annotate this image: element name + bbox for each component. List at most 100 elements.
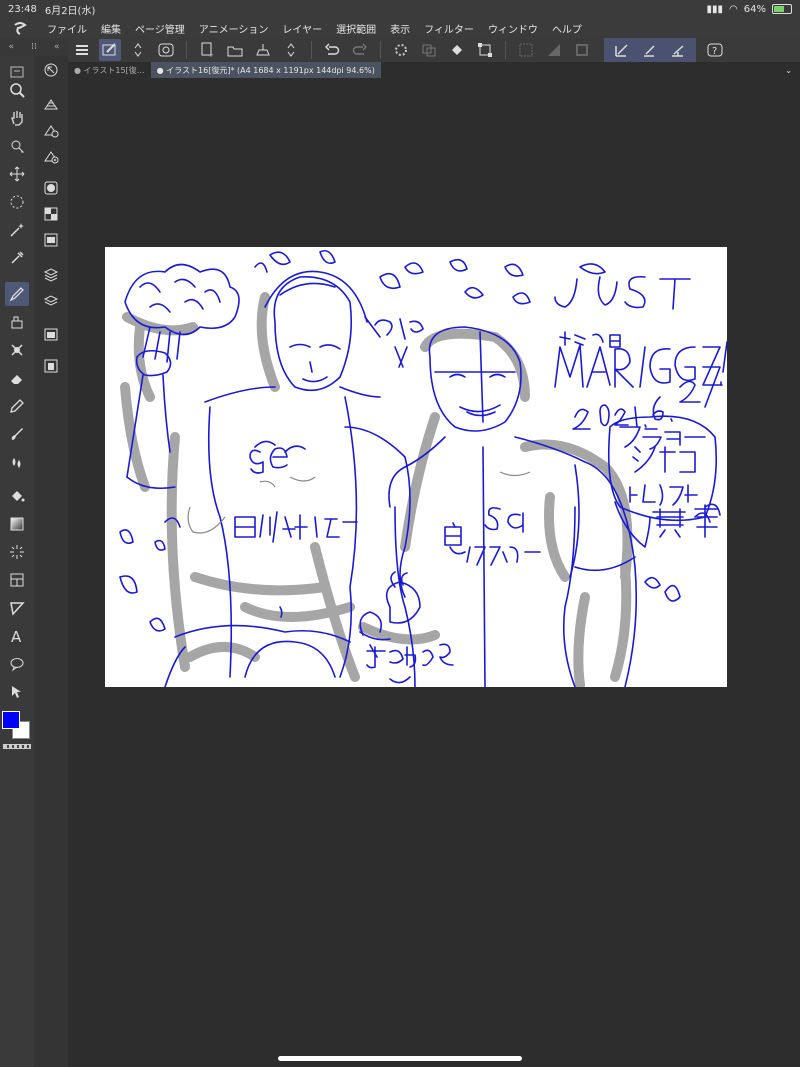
tab-illust16[interactable]: ● イラスト16[復元]* (A4 1684 x 1191px 144dpi 9… bbox=[150, 62, 381, 78]
balloon-icon[interactable] bbox=[5, 652, 29, 676]
menu-bar: ファイル 編集 ページ管理 アニメーション レイヤー 選択範囲 表示 フィルター… bbox=[0, 18, 800, 38]
subtool-palette bbox=[34, 56, 68, 1067]
blend-icon[interactable] bbox=[5, 338, 29, 362]
snap-ruler-icon[interactable] bbox=[611, 39, 633, 61]
menu-selection[interactable]: 選択範囲 bbox=[329, 21, 383, 36]
chevron-down-icon[interactable]: ⌄ bbox=[785, 66, 792, 75]
updown-arrows-icon[interactable] bbox=[127, 39, 149, 61]
new-file-icon[interactable]: + bbox=[196, 39, 218, 61]
command-bar: + ? bbox=[68, 38, 800, 62]
collapse-right-icon[interactable]: « bbox=[54, 42, 60, 52]
hamburger-menu-icon[interactable] bbox=[71, 39, 93, 61]
status-date: 6月2日(水) bbox=[44, 5, 96, 17]
eraser-pattern-icon[interactable] bbox=[5, 310, 29, 334]
lasso-select-icon[interactable] bbox=[5, 190, 29, 214]
open-folder-icon[interactable] bbox=[224, 39, 246, 61]
menu-layer[interactable]: レイヤー bbox=[275, 21, 329, 36]
drawing-canvas[interactable] bbox=[105, 247, 727, 687]
layer-stack-icon[interactable] bbox=[39, 262, 63, 286]
palette-header: « ⁞⁞ « bbox=[0, 38, 68, 56]
toolbar-separator bbox=[186, 41, 187, 59]
document-tabs: ● イラスト15[復… ● イラスト16[復元]* (A4 1684 x 119… bbox=[68, 62, 800, 78]
move-icon[interactable] bbox=[5, 162, 29, 186]
wifi-icon: ◠ bbox=[729, 3, 738, 15]
snap-group bbox=[604, 38, 696, 62]
transform-icon[interactable] bbox=[474, 39, 496, 61]
circle-layer-icon[interactable] bbox=[39, 176, 63, 200]
ios-status-bar: 23:48 6月2日(水) ▮▮▮ ◠ 64% bbox=[0, 0, 800, 18]
undo-icon[interactable] bbox=[321, 39, 343, 61]
airbrush-icon[interactable] bbox=[5, 450, 29, 474]
tab-illust15[interactable]: ● イラスト15[復… bbox=[68, 62, 151, 78]
menu-view[interactable]: 表示 bbox=[383, 21, 417, 36]
toolbar-separator bbox=[380, 41, 381, 59]
eyedropper-icon[interactable] bbox=[5, 246, 29, 270]
color-indicator[interactable] bbox=[2, 711, 32, 741]
toolbar-separator bbox=[505, 41, 506, 59]
grid-layer-icon[interactable] bbox=[39, 202, 63, 226]
filmstrip-icon[interactable] bbox=[39, 228, 63, 252]
edit-mode-icon[interactable] bbox=[99, 39, 121, 61]
export-options-arrows-icon[interactable] bbox=[280, 39, 302, 61]
status-right: ▮▮▮ ◠ 64% bbox=[707, 4, 792, 15]
menu-window[interactable]: ウィンドウ bbox=[481, 21, 545, 36]
hand-icon[interactable] bbox=[5, 106, 29, 130]
menu-animation[interactable]: アニメーション bbox=[192, 21, 276, 36]
selection-border-icon[interactable] bbox=[571, 39, 593, 61]
export-icon[interactable] bbox=[252, 39, 274, 61]
brush-icon[interactable] bbox=[5, 422, 29, 446]
tool-palette: A bbox=[0, 56, 34, 1067]
menu-page[interactable]: ページ管理 bbox=[128, 21, 192, 36]
fill-bucket-icon[interactable] bbox=[446, 39, 468, 61]
document-layer-icon[interactable] bbox=[39, 354, 63, 378]
toolbar-separator bbox=[311, 41, 312, 59]
menu-help[interactable]: ヘルプ bbox=[545, 21, 589, 36]
gray-notes bbox=[187, 471, 531, 534]
ruler-icon[interactable] bbox=[5, 596, 29, 620]
snap-grid-icon[interactable] bbox=[667, 39, 689, 61]
text-icon[interactable]: A bbox=[5, 624, 29, 648]
effect-icon[interactable] bbox=[5, 540, 29, 564]
zoom-icon[interactable] bbox=[5, 78, 29, 102]
app-logo-icon[interactable] bbox=[0, 21, 40, 35]
gradient-icon[interactable] bbox=[5, 512, 29, 536]
snap-special-ruler-icon[interactable] bbox=[639, 39, 661, 61]
signal-icon: ▮▮▮ bbox=[706, 3, 724, 15]
redo-icon[interactable] bbox=[349, 39, 371, 61]
layer-brush-icon[interactable] bbox=[39, 92, 63, 116]
shadow-layer bbox=[120, 292, 633, 687]
svg-text:+: + bbox=[208, 51, 214, 58]
home-indicator[interactable] bbox=[278, 1056, 522, 1061]
menu-edit[interactable]: 編集 bbox=[94, 21, 128, 36]
main-color-swatch[interactable] bbox=[2, 711, 20, 729]
clear-selection-icon[interactable] bbox=[515, 39, 537, 61]
frame-icon[interactable] bbox=[5, 568, 29, 592]
palette-grip-icon[interactable]: ⁞⁞ bbox=[31, 42, 37, 52]
battery-icon bbox=[772, 4, 792, 14]
operation-icon[interactable] bbox=[5, 680, 29, 704]
cursor-icon[interactable] bbox=[39, 58, 63, 82]
svg-text:?: ? bbox=[712, 46, 717, 57]
image-layer-icon[interactable] bbox=[39, 322, 63, 346]
transparent-color-toggle[interactable] bbox=[3, 744, 31, 749]
pencil-icon[interactable] bbox=[5, 394, 29, 418]
sketch-artwork bbox=[119, 249, 727, 687]
layer-target-icon[interactable] bbox=[39, 144, 63, 168]
loading-icon[interactable] bbox=[390, 39, 412, 61]
pen-icon[interactable] bbox=[5, 282, 29, 306]
menu-file[interactable]: ファイル bbox=[40, 21, 94, 36]
spiral-icon[interactable] bbox=[155, 39, 177, 61]
battery-percent: 64% bbox=[743, 3, 766, 15]
invert-selection-icon[interactable] bbox=[543, 39, 565, 61]
menu-filter[interactable]: フィルター bbox=[417, 21, 481, 36]
copy-layer-icon[interactable] bbox=[418, 39, 440, 61]
layer-gear-icon[interactable] bbox=[39, 118, 63, 142]
layers-icon[interactable] bbox=[39, 288, 63, 312]
fill-icon[interactable] bbox=[5, 484, 29, 508]
magic-wand-icon[interactable] bbox=[5, 218, 29, 242]
svg-text:A: A bbox=[11, 628, 22, 644]
help-icon[interactable]: ? bbox=[704, 39, 726, 61]
rotate-icon[interactable] bbox=[5, 134, 29, 158]
eraser-icon[interactable] bbox=[5, 366, 29, 390]
collapse-left-icon[interactable]: « bbox=[9, 42, 15, 52]
